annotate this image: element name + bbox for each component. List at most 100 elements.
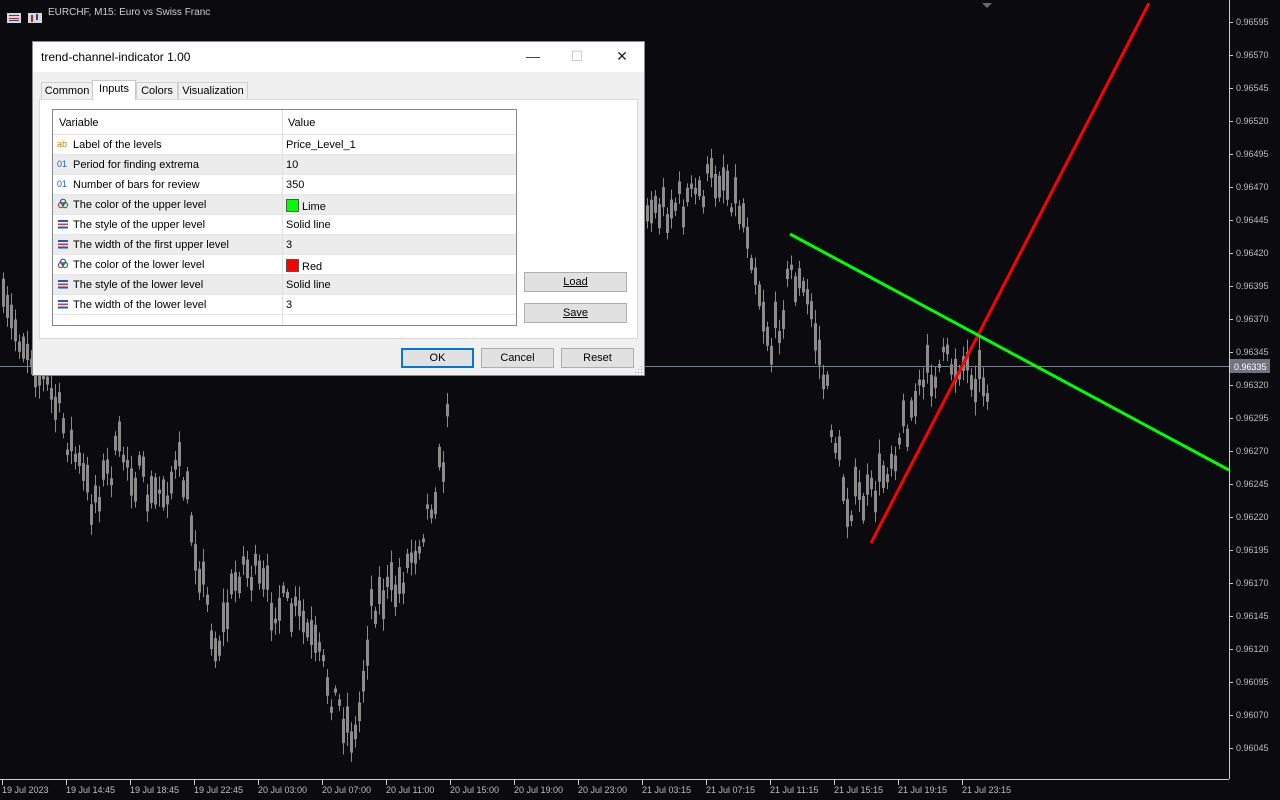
candle-body bbox=[686, 187, 689, 203]
candle-body bbox=[18, 341, 21, 352]
current-price-label: 0.96335 bbox=[1234, 362, 1267, 372]
price-tick-label: 0.96170 bbox=[1236, 578, 1269, 588]
candle-body bbox=[438, 446, 441, 468]
candle-body bbox=[922, 379, 925, 388]
candle-body bbox=[682, 206, 685, 228]
input-value-field[interactable]: Solid line bbox=[286, 219, 331, 231]
candle-body bbox=[742, 203, 745, 228]
resize-grip-icon[interactable] bbox=[635, 366, 643, 374]
input-value-text: Lime bbox=[302, 201, 326, 213]
input-row[interactable]: 01 Number of bars for review 350 bbox=[53, 175, 516, 195]
ok-button[interactable]: OK bbox=[401, 348, 474, 368]
candle-body bbox=[78, 452, 81, 467]
candle-body bbox=[418, 546, 421, 554]
input-value-field[interactable]: Red bbox=[286, 259, 322, 273]
candle-body bbox=[762, 301, 765, 332]
timeframe-icon[interactable] bbox=[28, 8, 42, 23]
tab-common[interactable]: Common bbox=[41, 82, 93, 99]
time-tick-label: 20 Jul 07:00 bbox=[322, 785, 371, 795]
tab-visualization[interactable]: Visualization bbox=[178, 82, 248, 99]
candle-body bbox=[938, 363, 941, 368]
time-tick-label: 21 Jul 19:15 bbox=[898, 785, 947, 795]
candle-body bbox=[694, 187, 697, 195]
cancel-button[interactable]: Cancel bbox=[481, 348, 554, 368]
candle-body bbox=[842, 477, 845, 501]
price-tick-label: 0.96295 bbox=[1236, 413, 1269, 423]
candle-body bbox=[346, 706, 349, 733]
input-value-text: 3 bbox=[286, 239, 293, 251]
candle-body bbox=[362, 671, 365, 692]
tab-inputs[interactable]: Inputs bbox=[92, 80, 136, 100]
candle-body bbox=[86, 464, 89, 493]
header-value[interactable]: Value bbox=[288, 117, 315, 129]
color-swatch[interactable] bbox=[286, 259, 299, 272]
time-tick-label: 21 Jul 07:15 bbox=[706, 785, 755, 795]
color-swatch[interactable] bbox=[286, 199, 299, 212]
input-value-field[interactable]: 3 bbox=[286, 239, 292, 251]
input-row[interactable]: The color of the lower level Red bbox=[53, 255, 516, 275]
candle-body bbox=[986, 393, 989, 402]
input-value-field[interactable]: Solid line bbox=[286, 279, 331, 291]
input-value-field[interactable]: 10 bbox=[286, 159, 298, 171]
price-tick-label: 0.96395 bbox=[1236, 281, 1269, 291]
input-value-field[interactable]: Price_Level_1 bbox=[286, 139, 356, 151]
input-value-text: 3 bbox=[286, 299, 293, 311]
upper-trend-line[interactable] bbox=[789, 232, 1230, 472]
input-value-text: 10 bbox=[286, 159, 299, 171]
candle-body bbox=[718, 175, 721, 198]
candle-body bbox=[230, 573, 233, 595]
candle-body bbox=[790, 264, 793, 270]
color-type-icon bbox=[57, 258, 69, 270]
candle-body bbox=[254, 553, 257, 566]
candle-body bbox=[826, 374, 829, 386]
candle-body bbox=[366, 639, 369, 666]
minimize-button[interactable]: — bbox=[510, 42, 556, 72]
candle-body bbox=[910, 400, 913, 418]
input-row[interactable]: The style of the upper level Solid line bbox=[53, 215, 516, 235]
candle-body bbox=[274, 618, 277, 624]
load-button[interactable]: Load bbox=[524, 272, 627, 292]
candle-body bbox=[322, 655, 325, 662]
input-row[interactable]: 01 Period for finding extrema 10 bbox=[53, 155, 516, 175]
tab-colors[interactable]: Colors bbox=[136, 82, 178, 99]
dialog-title: trend-channel-indicator 1.00 bbox=[41, 50, 191, 64]
input-row[interactable]: The color of the upper level Lime bbox=[53, 195, 516, 215]
lower-trend-line[interactable] bbox=[869, 2, 1151, 544]
candle-body bbox=[26, 343, 29, 361]
candle-body bbox=[794, 276, 797, 303]
candle-body bbox=[310, 620, 313, 646]
candle-body bbox=[270, 602, 273, 631]
enum-type-icon bbox=[57, 218, 69, 230]
candle-body bbox=[10, 304, 13, 329]
candle-body bbox=[862, 496, 865, 521]
price-tick-label: 0.96420 bbox=[1236, 248, 1269, 258]
candle-body bbox=[446, 403, 449, 417]
input-value-field[interactable]: 350 bbox=[286, 179, 304, 191]
candle-body bbox=[126, 459, 129, 468]
price-tick-label: 0.96220 bbox=[1236, 512, 1269, 522]
input-row[interactable]: ab Label of the levels Price_Level_1 bbox=[53, 135, 516, 155]
save-button[interactable]: Save bbox=[524, 303, 627, 323]
reset-button[interactable]: Reset bbox=[561, 348, 634, 368]
candle-body bbox=[142, 456, 145, 477]
input-row[interactable]: The width of the first upper level 3 bbox=[53, 235, 516, 255]
input-row[interactable]: The width of the lower level 3 bbox=[53, 295, 516, 315]
candle-body bbox=[394, 584, 397, 608]
input-value-field[interactable]: 3 bbox=[286, 299, 292, 311]
input-value-text: Red bbox=[302, 261, 323, 273]
header-variable[interactable]: Variable bbox=[59, 117, 99, 129]
input-row[interactable]: The style of the lower level Solid line bbox=[53, 275, 516, 295]
time-tick-label: 20 Jul 03:00 bbox=[258, 785, 307, 795]
close-button[interactable]: ✕ bbox=[599, 42, 645, 72]
chart-type-icon[interactable] bbox=[7, 8, 21, 23]
candle-body bbox=[730, 207, 733, 213]
candle-body bbox=[882, 465, 885, 489]
price-tick-label: 0.96570 bbox=[1236, 50, 1269, 60]
input-value-field[interactable]: Lime bbox=[286, 199, 326, 213]
candle-body bbox=[818, 339, 821, 366]
candle-body bbox=[850, 515, 853, 522]
chart-shift-marker-icon[interactable] bbox=[982, 3, 992, 8]
candle-body bbox=[382, 590, 385, 620]
dialog-titlebar[interactable]: trend-channel-indicator 1.00 — ☐ ✕ bbox=[33, 42, 644, 72]
candle-body bbox=[710, 158, 713, 178]
